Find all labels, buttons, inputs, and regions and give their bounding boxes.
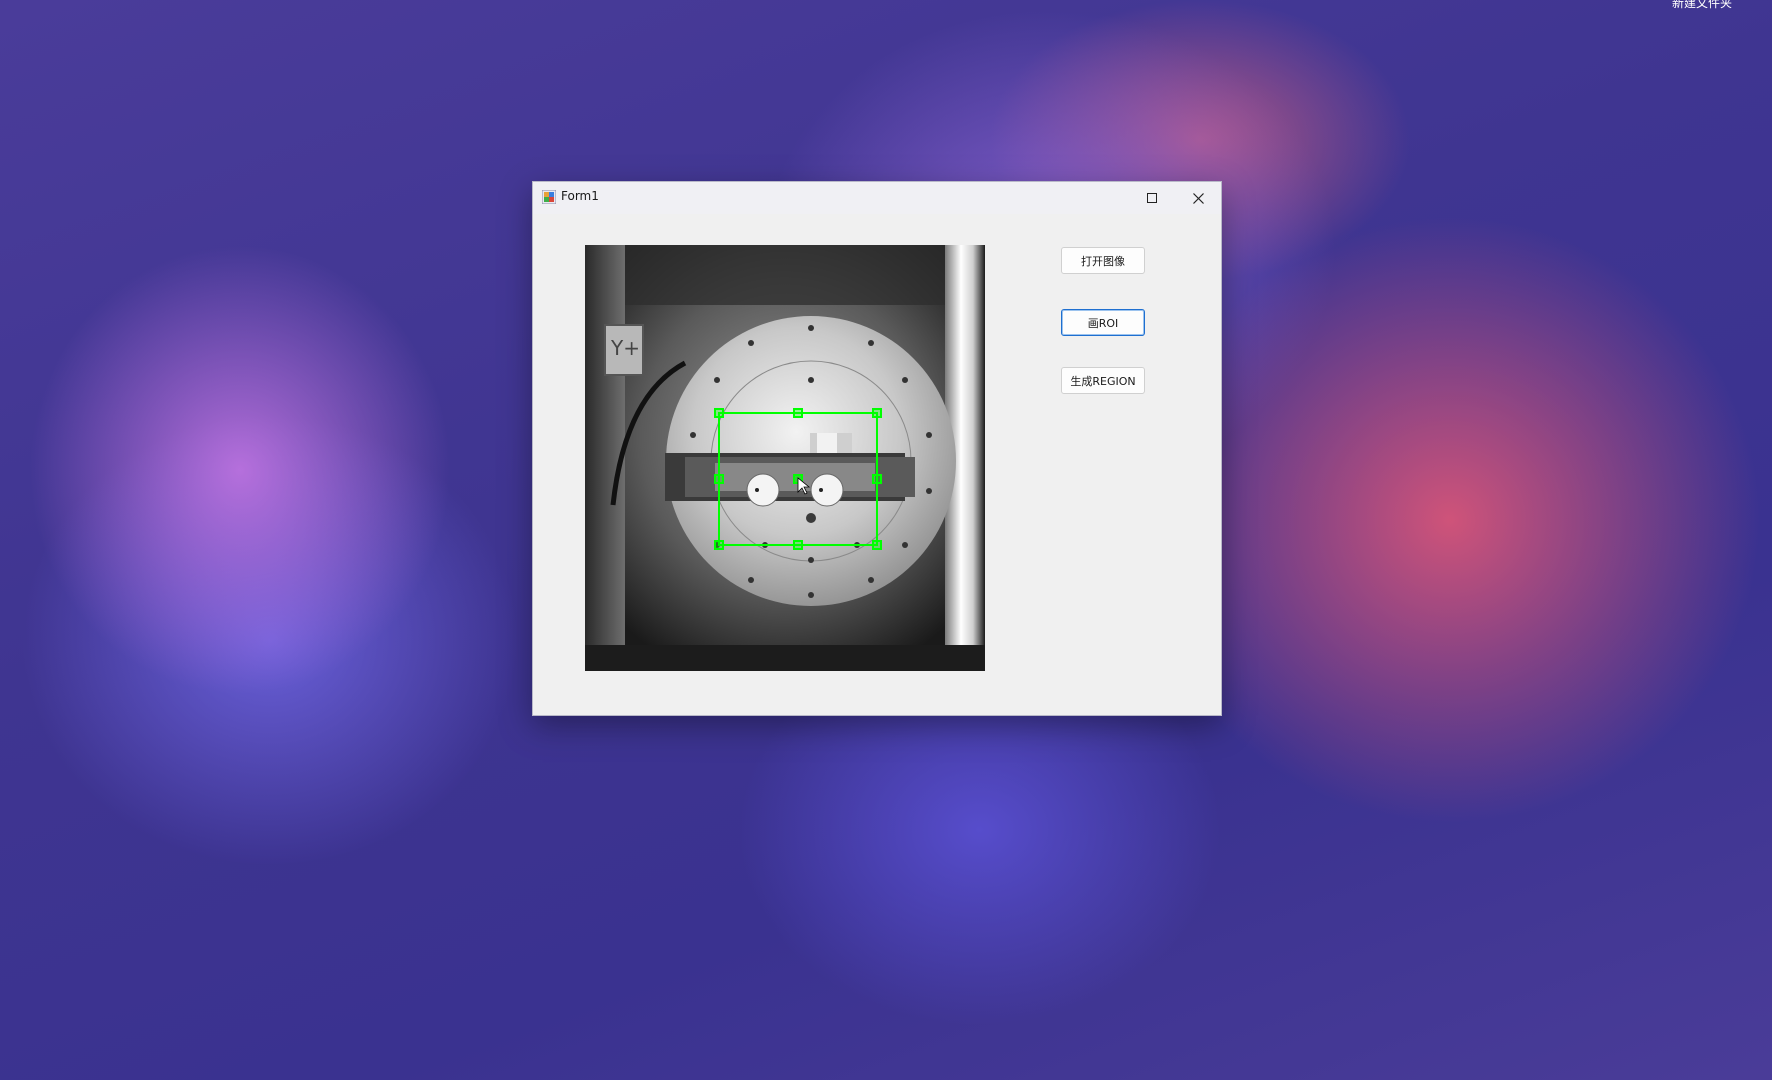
maximize-icon (1147, 193, 1157, 203)
image-display[interactable]: Y+ (585, 245, 985, 671)
desktop-folder-label[interactable]: 新建文件夹 (1672, 0, 1732, 11)
window-title: Form1 (561, 189, 599, 203)
title-bar[interactable]: Form1 (533, 182, 1221, 214)
camera-image: Y+ (585, 245, 985, 671)
form-window: Form1 Y+ 打开图像 画ROI 生成REGION (532, 181, 1222, 716)
maximize-button[interactable] (1129, 182, 1175, 214)
generate-region-button[interactable]: 生成REGION (1061, 367, 1145, 394)
close-icon (1192, 192, 1204, 204)
open-image-button[interactable]: 打开图像 (1061, 247, 1145, 274)
draw-roi-button[interactable]: 画ROI (1061, 309, 1145, 336)
svg-text:Y+: Y+ (610, 336, 640, 360)
form-app-icon (542, 190, 556, 204)
close-button[interactable] (1175, 182, 1221, 214)
